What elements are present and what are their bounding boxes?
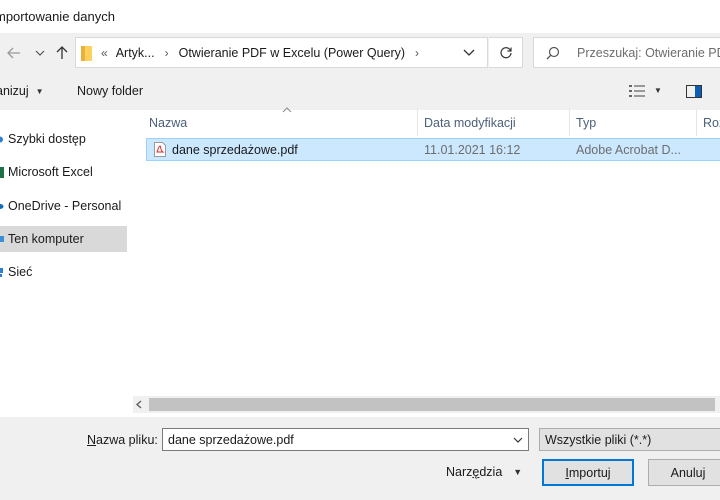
column-header-type[interactable]: Typ: [570, 110, 697, 136]
table-row[interactable]: dane sprzedażowe.pdf 11.01.2021 16:12 Ad…: [146, 138, 720, 161]
pdf-file-icon: [154, 142, 166, 157]
sidebar-item-quick-access[interactable]: Szybki dostęp: [0, 126, 127, 152]
new-folder-button[interactable]: Nowy folder: [77, 84, 143, 98]
organize-label: anizuj: [0, 84, 29, 98]
file-type-filter-select[interactable]: Wszystkie pliki (*.*): [539, 428, 720, 451]
organize-button[interactable]: anizuj ▼: [0, 84, 44, 98]
refresh-button[interactable]: [489, 37, 523, 68]
title-bar: mportowanie danych: [0, 0, 720, 33]
sidebar-item-label: Microsoft Excel: [8, 165, 93, 179]
back-arrow-icon[interactable]: [5, 43, 23, 63]
preview-pane-icon[interactable]: [686, 85, 702, 98]
column-header-size[interactable]: Roz: [697, 110, 720, 136]
import-button[interactable]: Importuj: [542, 459, 634, 486]
filename-label: Nazwa pliku:: [87, 433, 158, 447]
cancel-button[interactable]: Anuluj: [648, 459, 720, 486]
file-date-modified: 11.01.2021 16:12: [424, 143, 521, 157]
organize-dropdown-icon: ▼: [35, 86, 44, 96]
sidebar-item-onedrive[interactable]: OneDrive - Personal: [0, 193, 127, 219]
dialog-footer: Nazwa pliku: Wszystkie pliki (*.*) Narzę…: [0, 417, 720, 500]
view-options-dropdown-icon[interactable]: ▼: [654, 86, 662, 95]
column-header-date-modified[interactable]: Data modyfikacji: [418, 110, 570, 136]
address-bar[interactable]: « Artyk... › Otwieranie PDF w Excelu (Po…: [75, 37, 488, 68]
column-header-label: Nazwa: [149, 116, 188, 130]
window-title: mportowanie danych: [0, 9, 115, 24]
breadcrumb-separator-icon[interactable]: ›: [415, 46, 419, 60]
file-list: Nazwa Data modyfikacji Typ Roz dane sprz…: [133, 107, 720, 417]
tools-label: Narzędzia: [446, 465, 503, 479]
breadcrumb: « Artyk... › Otwieranie PDF w Excelu (Po…: [101, 38, 429, 67]
column-header-label: Roz: [703, 116, 720, 130]
address-history-chevron-icon[interactable]: [462, 47, 476, 59]
horizontal-scrollbar[interactable]: [133, 396, 720, 413]
recent-locations-chevron-icon[interactable]: [33, 43, 47, 63]
breadcrumb-item-current-folder[interactable]: Otwieranie PDF w Excelu (Power Query): [179, 46, 405, 60]
column-header-label: Data modyfikacji: [424, 116, 516, 130]
filename-input[interactable]: [162, 428, 529, 451]
search-icon: [546, 46, 560, 60]
navigation-pane: Szybki dostęp Microsoft Excel OneDrive -…: [0, 110, 133, 417]
overflow-chevrons-icon[interactable]: «: [101, 46, 108, 60]
refresh-icon: [499, 46, 512, 58]
tools-dropdown-icon: ▼: [513, 467, 523, 477]
scrollbar-thumb[interactable]: [149, 398, 715, 411]
breadcrumb-separator-icon[interactable]: ›: [165, 46, 169, 60]
navigation-bar: « Artyk... › Otwieranie PDF w Excelu (Po…: [0, 33, 720, 73]
sidebar-item-label: Ten komputer: [8, 232, 84, 246]
search-placeholder: Przeszukaj: Otwieranie PDF: [577, 46, 720, 60]
sidebar-item-label: OneDrive - Personal: [8, 199, 122, 213]
folder-icon: [81, 46, 92, 61]
network-icon: [0, 268, 3, 277]
sidebar-item-microsoft-excel[interactable]: Microsoft Excel: [0, 159, 127, 185]
file-type: Adobe Acrobat D...: [576, 143, 681, 157]
sidebar-item-label: Szybki dostęp: [8, 132, 86, 146]
column-header-label: Typ: [576, 116, 597, 130]
breadcrumb-item-artykuly[interactable]: Artyk...: [116, 46, 155, 60]
up-arrow-icon[interactable]: [54, 43, 70, 63]
sidebar-item-network[interactable]: Sieć: [0, 259, 127, 285]
filename-history-chevron-icon[interactable]: [512, 435, 524, 445]
sidebar-item-label: Sieć: [8, 265, 33, 279]
file-name: dane sprzedażowe.pdf: [172, 143, 298, 157]
search-input[interactable]: Przeszukaj: Otwieranie PDF: [533, 37, 720, 68]
command-toolbar: anizuj ▼ Nowy folder ▼: [0, 73, 720, 110]
excel-icon: [0, 167, 4, 178]
star-icon: [0, 136, 3, 143]
computer-icon: [0, 236, 4, 242]
column-header-name[interactable]: Nazwa: [143, 107, 418, 136]
tools-button[interactable]: Narzędzia ▼: [446, 465, 522, 479]
sort-ascending-icon: [282, 107, 292, 113]
change-view-icon[interactable]: [629, 85, 645, 98]
cloud-icon: [0, 204, 4, 209]
file-type-filter-value: Wszystkie pliki (*.*): [545, 433, 652, 447]
scroll-left-arrow-icon[interactable]: [135, 400, 143, 409]
sidebar-item-this-pc[interactable]: Ten komputer: [0, 226, 127, 252]
